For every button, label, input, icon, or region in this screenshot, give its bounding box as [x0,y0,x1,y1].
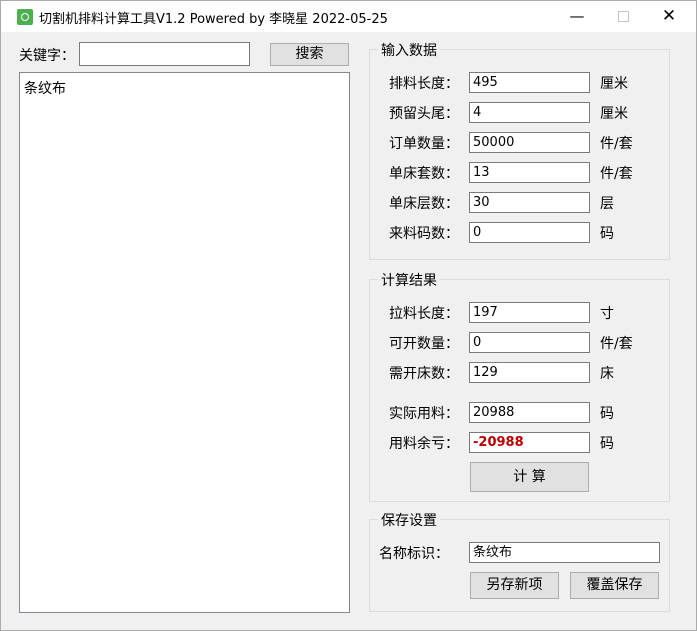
list-item[interactable]: 条纹布 [24,78,66,98]
available-qty-label: 可开数量： [389,336,459,352]
keyword-input[interactable] [79,42,250,66]
pull-length-output[interactable]: 197 [469,302,590,323]
order-qty-unit: 件/套 [600,136,633,152]
save-new-button[interactable]: 另存新项 [470,572,559,599]
available-qty-unit: 件/套 [600,336,633,352]
surplus-unit: 码 [600,436,614,452]
overwrite-save-button[interactable]: 覆盖保存 [570,572,659,599]
close-button[interactable]: ✕ [646,1,692,32]
beds-needed-label: 需开床数： [389,366,459,382]
window-title: 切割机排料计算工具V1.2 Powered by 李晓星 2022-05-25 [39,12,388,27]
incoming-yards-unit: 码 [600,226,614,242]
surplus-label: 用料余亏： [389,436,459,452]
maximize-button[interactable] [600,1,646,32]
layers-input[interactable]: 30 [469,192,590,213]
layers-label: 单床层数： [389,196,459,212]
available-qty-output[interactable]: 0 [469,332,590,353]
name-label: 名称标识： [379,546,449,562]
order-qty-label: 订单数量： [389,136,459,152]
input-group-title: 输入数据 [378,40,440,60]
layout-length-input[interactable]: 495 [469,72,590,93]
layout-length-label: 排料长度： [389,76,459,92]
actual-usage-unit: 码 [600,406,614,422]
item-list[interactable]: 条纹布 [19,72,350,613]
search-button[interactable]: 搜索 [270,43,349,66]
sets-per-bed-label: 单床套数： [389,166,459,182]
pull-length-label: 拉料长度： [389,306,459,322]
reserve-label: 预留头尾： [389,106,459,122]
incoming-yards-label: 来料码数： [389,226,459,242]
save-group-title: 保存设置 [378,510,440,530]
sets-per-bed-unit: 件/套 [600,166,633,182]
actual-usage-label: 实际用料： [389,406,459,422]
maximize-icon [617,10,629,22]
calculate-button[interactable]: 计 算 [470,462,589,492]
name-input[interactable]: 条纹布 [469,542,660,563]
actual-usage-output[interactable]: 20988 [469,402,590,423]
beds-needed-output[interactable]: 129 [469,362,590,383]
pull-length-unit: 寸 [600,306,614,322]
layout-length-unit: 厘米 [600,76,628,92]
incoming-yards-input[interactable]: 0 [469,222,590,243]
title-bar: 切割机排料计算工具V1.2 Powered by 李晓星 2022-05-25 … [1,1,696,32]
surplus-output[interactable]: -20988 [469,432,590,453]
sets-per-bed-input[interactable]: 13 [469,162,590,183]
keyword-label: 关键字： [19,48,75,64]
result-group-title: 计算结果 [378,270,440,290]
app-window: 切割机排料计算工具V1.2 Powered by 李晓星 2022-05-25 … [0,0,697,631]
reserve-unit: 厘米 [600,106,628,122]
beds-needed-unit: 床 [600,366,614,382]
order-qty-input[interactable]: 50000 [469,132,590,153]
app-gear-icon [17,9,33,25]
layers-unit: 层 [600,196,614,212]
minimize-button[interactable]: — [554,1,600,32]
reserve-input[interactable]: 4 [469,102,590,123]
